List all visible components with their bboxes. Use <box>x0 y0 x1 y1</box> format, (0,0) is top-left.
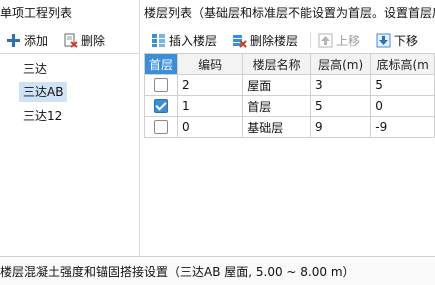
arrow-up-icon <box>318 33 333 48</box>
status-bar: 楼层混凝土强度和锚固搭接设置（三达AB 屋面, 5.00 ~ 8.00 m） <box>0 256 435 285</box>
floor-table: 首层 编码 楼层名称 层高(m) 底标高(m 2 屋面 3 5 1 首层 5 0… <box>143 53 435 138</box>
plus-icon <box>6 33 21 48</box>
left-toolbar-divider <box>0 53 139 54</box>
delete-project-label: 删除 <box>81 33 106 48</box>
table-row[interactable]: 0 基础层 9 -9 <box>143 116 435 138</box>
height-cell[interactable]: 3 <box>309 74 372 96</box>
first-floor-checkbox[interactable] <box>154 78 168 93</box>
delete-floor-label: 删除楼层 <box>250 33 299 48</box>
base-elevation-cell[interactable]: -9 <box>370 116 435 138</box>
move-up-button[interactable]: 上移 <box>318 30 360 50</box>
delete-floor-button[interactable]: 删除楼层 <box>232 30 298 50</box>
name-cell[interactable]: 屋面 <box>242 74 311 96</box>
base-elevation-cell[interactable]: 5 <box>370 74 435 96</box>
move-up-label: 上移 <box>336 33 361 48</box>
table-header-row: 首层 编码 楼层名称 层高(m) 底标高(m <box>143 53 435 75</box>
column-header-first-floor[interactable]: 首层 <box>143 53 179 75</box>
project-item-sanda-ab[interactable]: 三达AB <box>19 82 68 102</box>
delete-rows-icon <box>232 33 247 48</box>
delete-doc-icon <box>63 33 78 48</box>
panel-divider[interactable] <box>139 0 140 256</box>
column-header-height[interactable]: 层高(m) <box>309 53 372 75</box>
status-text: 楼层混凝土强度和锚固搭接设置（三达AB 屋面, 5.00 ~ 8.00 m） <box>0 265 355 279</box>
code-cell[interactable]: 0 <box>177 116 244 138</box>
project-item-sanda-12[interactable]: 三达12 <box>19 106 66 126</box>
name-cell[interactable]: 首层 <box>242 95 311 117</box>
project-list-title: 单项工程列表 <box>0 6 73 20</box>
add-project-button[interactable]: 添加 <box>6 30 48 50</box>
delete-project-button[interactable]: 删除 <box>63 30 105 50</box>
column-header-code[interactable]: 编码 <box>177 53 244 75</box>
move-down-label: 下移 <box>394 33 419 48</box>
first-floor-cell[interactable] <box>143 95 179 117</box>
name-cell[interactable]: 基础层 <box>242 116 311 138</box>
insert-floor-label: 插入楼层 <box>169 33 218 48</box>
move-down-button[interactable]: 下移 <box>376 30 418 50</box>
first-floor-checkbox[interactable] <box>154 99 168 114</box>
project-item-sanda[interactable]: 三达 <box>19 59 51 79</box>
column-header-name[interactable]: 楼层名称 <box>242 53 311 75</box>
floor-list-title: 楼层列表（基础层和标准层不能设置为首层。设置首层后 <box>144 6 435 20</box>
insert-floor-button[interactable]: 插入楼层 <box>151 30 217 50</box>
first-floor-cell[interactable] <box>143 116 179 138</box>
column-header-base-elevation[interactable]: 底标高(m <box>370 53 435 75</box>
height-cell[interactable]: 5 <box>309 95 372 117</box>
base-elevation-cell[interactable]: 0 <box>370 95 435 117</box>
first-floor-checkbox[interactable] <box>154 120 168 135</box>
arrow-down-icon <box>376 33 391 48</box>
height-cell[interactable]: 9 <box>309 116 372 138</box>
toolbar-separator <box>310 32 311 48</box>
code-cell[interactable]: 2 <box>177 74 244 96</box>
insert-rows-icon <box>151 33 166 48</box>
table-row[interactable]: 2 屋面 3 5 <box>143 74 435 96</box>
table-row[interactable]: 1 首层 5 0 <box>143 95 435 117</box>
first-floor-cell[interactable] <box>143 74 179 96</box>
code-cell[interactable]: 1 <box>177 95 244 117</box>
add-project-label: 添加 <box>24 33 49 48</box>
